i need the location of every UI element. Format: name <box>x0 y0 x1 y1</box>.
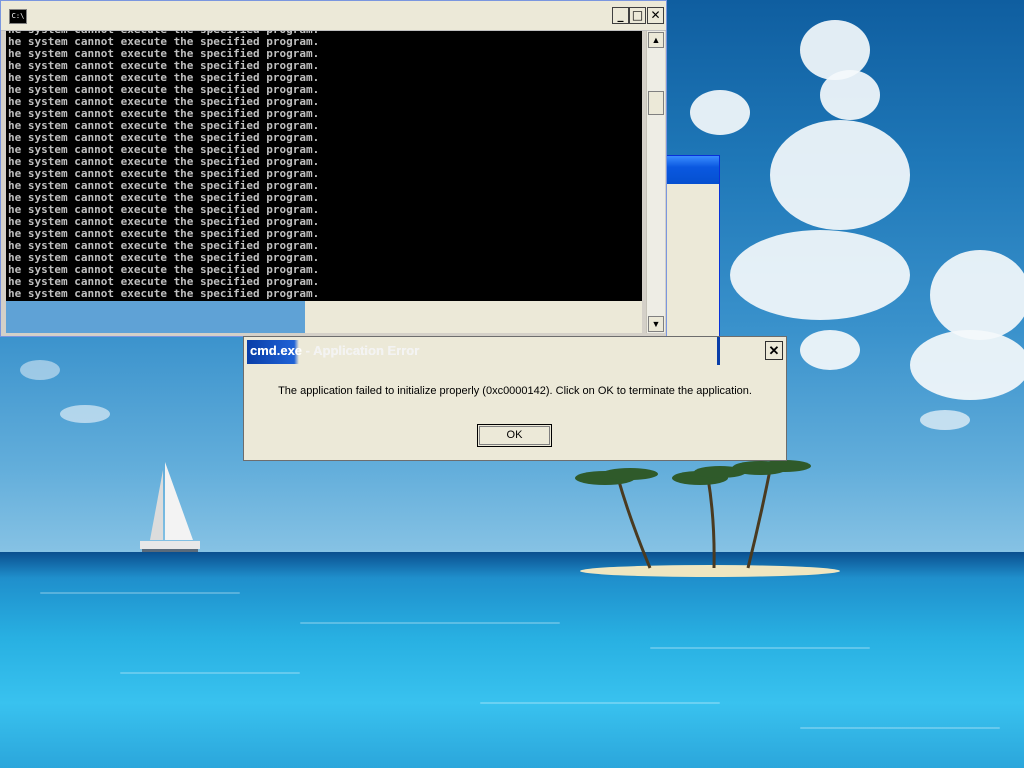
dialog-close-button[interactable]: ✕ <box>765 341 783 360</box>
console-window[interactable]: C:\ _ □ ✕ he system cannot execute the s… <box>0 0 667 337</box>
dialog-titlebar[interactable]: cmd.exe - Application Error ✕ <box>244 337 786 365</box>
console-titlebar[interactable]: C:\ _ □ ✕ <box>1 1 666 31</box>
maximize-button[interactable]: □ <box>629 7 646 24</box>
dialog-title-app: cmd.exe <box>250 343 303 358</box>
console-app-icon[interactable]: C:\ <box>9 9 27 24</box>
scroll-down-arrow-icon[interactable]: ▼ <box>648 316 664 332</box>
console-output[interactable]: he system cannot execute the specified p… <box>6 31 642 301</box>
ok-button[interactable]: OK <box>477 424 552 447</box>
close-button[interactable]: ✕ <box>647 7 664 24</box>
minimize-button[interactable]: _ <box>612 7 629 24</box>
scroll-up-arrow-icon[interactable]: ▲ <box>648 32 664 48</box>
vertical-scrollbar[interactable]: ▲ ▼ <box>646 31 665 333</box>
palm-fronds <box>575 460 811 485</box>
dialog-title: cmd.exe - Application Error <box>250 343 419 358</box>
console-lower-area <box>6 301 642 333</box>
dialog-title-rest: - Application Error <box>302 343 420 358</box>
dialog-title-strip <box>717 337 720 365</box>
application-error-dialog[interactable]: cmd.exe - Application Error ✕ The applic… <box>243 336 787 461</box>
sandbar <box>580 565 840 577</box>
scrollbar-thumb[interactable] <box>648 91 664 115</box>
dialog-message: The application failed to initialize pro… <box>278 385 752 397</box>
console-text: he system cannot execute the specified p… <box>8 31 320 300</box>
sailboat <box>140 462 200 552</box>
